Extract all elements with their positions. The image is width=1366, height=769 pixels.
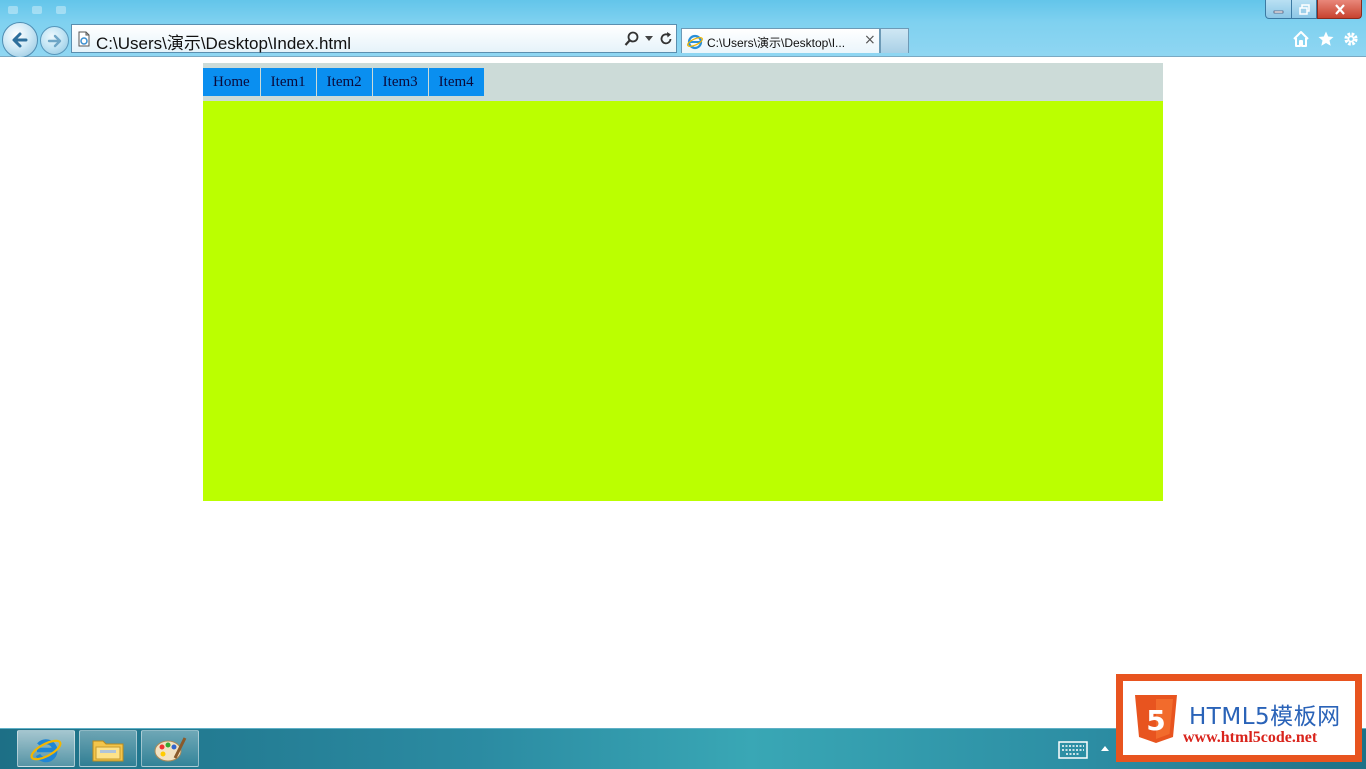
title-bar <box>0 0 1366 22</box>
quick-access-icon <box>56 6 66 14</box>
watermark-panel: 5 HTML5模板网 www.html5code.net <box>1121 679 1357 757</box>
nav-item-item1[interactable]: Item1 <box>260 68 316 96</box>
close-tab-icon[interactable]: × <box>864 32 876 48</box>
nav-item-home[interactable]: Home <box>203 68 260 96</box>
nav-bar: Home Item1 Item2 Item3 Item4 <box>203 63 1163 101</box>
home-icon[interactable] <box>1292 30 1310 48</box>
taskbar-internet-explorer[interactable] <box>17 730 75 767</box>
paint-palette-icon <box>154 736 187 761</box>
back-arrow-icon <box>12 32 28 48</box>
taskbar-file-explorer[interactable] <box>79 730 137 767</box>
content-area <box>203 101 1163 501</box>
address-input[interactable]: C:\Users\演示\Desktop\Index.html <box>96 29 351 54</box>
watermark-title: HTML5模板网 <box>1189 704 1341 730</box>
nav-menu: Home Item1 Item2 Item3 Item4 <box>203 68 485 96</box>
quick-access-icon <box>8 6 18 14</box>
internet-explorer-icon <box>30 738 62 762</box>
html5-shield-icon: 5 <box>1135 695 1177 743</box>
restore-icon <box>1298 3 1310 15</box>
folder-icon <box>92 740 124 761</box>
minimize-icon <box>1273 10 1284 13</box>
show-hidden-icons-arrow[interactable] <box>1101 746 1109 751</box>
refresh-icon[interactable] <box>658 31 674 47</box>
forward-button[interactable] <box>40 26 69 55</box>
star-icon[interactable] <box>1317 30 1335 48</box>
search-icon[interactable] <box>624 31 640 47</box>
browser-chrome: C:\Users\演示\Desktop\Index.html C:\Users\… <box>0 0 1366 58</box>
quick-access-icon <box>32 6 42 14</box>
minimize-button[interactable] <box>1265 0 1292 19</box>
taskbar-paint[interactable] <box>141 730 199 767</box>
close-window-button[interactable] <box>1317 0 1362 19</box>
keyboard-icon[interactable] <box>1058 741 1088 759</box>
internet-explorer-icon <box>687 34 703 50</box>
watermark-logo: 5 HTML5模板网 www.html5code.net <box>1116 674 1362 762</box>
nav-item-item3[interactable]: Item3 <box>372 68 428 96</box>
restore-button[interactable] <box>1291 0 1317 19</box>
gear-icon[interactable] <box>1342 30 1360 48</box>
browser-tab[interactable]: C:\Users\演示\Desktop\I... × <box>681 28 880 53</box>
nav-item-item4[interactable]: Item4 <box>428 68 484 96</box>
back-button[interactable] <box>2 22 38 58</box>
tab-label: C:\Users\演示\Desktop\I... <box>707 36 846 50</box>
site-container: Home Item1 Item2 Item3 Item4 <box>203 63 1163 501</box>
close-icon <box>1334 3 1345 15</box>
nav-item-item2[interactable]: Item2 <box>316 68 372 96</box>
address-bar[interactable]: C:\Users\演示\Desktop\Index.html <box>71 24 677 53</box>
forward-arrow-icon <box>47 34 61 47</box>
new-tab-button[interactable] <box>880 28 909 53</box>
watermark-url: www.html5code.net <box>1183 729 1318 746</box>
html5-shield-number: 5 <box>1146 704 1165 737</box>
page-viewport: Home Item1 Item2 Item3 Item4 <box>0 57 1366 728</box>
chevron-down-icon[interactable] <box>645 36 653 41</box>
page-icon <box>78 31 90 47</box>
